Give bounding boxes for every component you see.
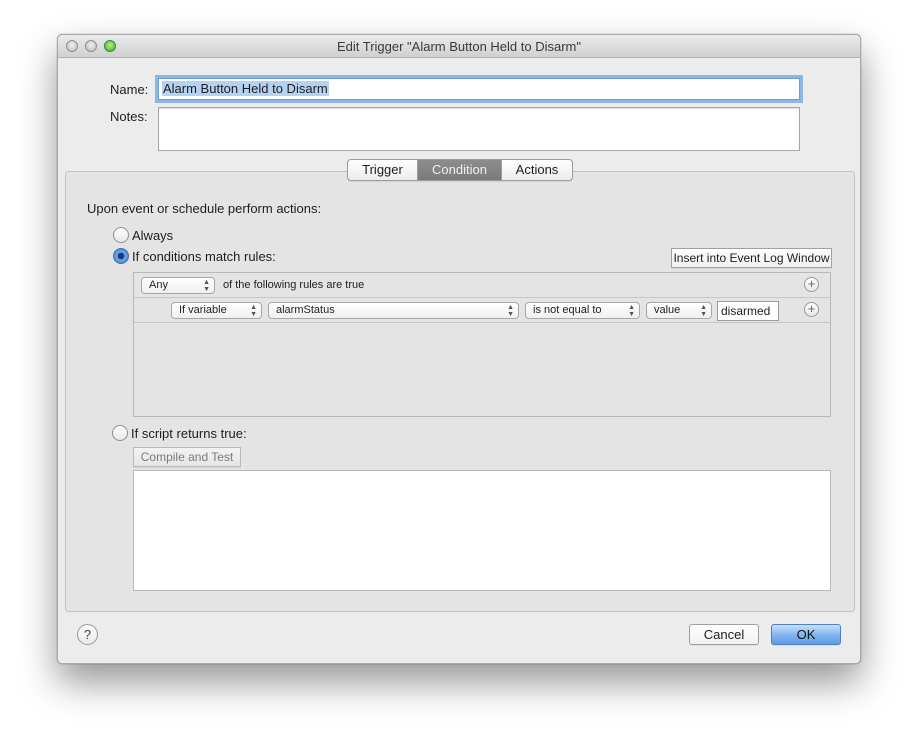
condition-intro: Upon event or schedule perform actions:: [87, 201, 322, 216]
script-label[interactable]: If script returns true:: [131, 426, 247, 441]
insert-event-log-button[interactable]: Insert into Event Log Window: [671, 248, 832, 268]
name-field-text: Alarm Button Held to Disarm: [162, 81, 329, 96]
name-field[interactable]: Alarm Button Held to Disarm: [158, 78, 800, 100]
popup-arrows-icon: ▲ ▼: [507, 304, 514, 318]
title-bar[interactable]: Edit Trigger "Alarm Button Held to Disar…: [58, 35, 860, 58]
operator-value: is not equal to: [533, 304, 602, 316]
rules-editor: Any ▲ ▼ of the following rules are true +…: [133, 272, 831, 417]
tab-trigger[interactable]: Trigger: [348, 160, 418, 180]
notes-field[interactable]: [158, 107, 800, 151]
match-popup[interactable]: Any ▲ ▼: [141, 277, 215, 294]
rule-value-field[interactable]: disarmed: [717, 301, 779, 321]
always-radio[interactable]: [113, 227, 129, 243]
script-editor[interactable]: [133, 470, 831, 591]
always-label[interactable]: Always: [132, 228, 173, 243]
rules-header-row: Any ▲ ▼ of the following rules are true +: [134, 273, 830, 298]
match-text: of the following rules are true: [223, 279, 365, 291]
cancel-button[interactable]: Cancel: [689, 624, 759, 645]
script-radio[interactable]: [112, 425, 128, 441]
compare-value: value: [654, 304, 681, 316]
variable-popup[interactable]: alarmStatus ▲ ▼: [268, 302, 519, 319]
popup-arrows-icon: ▲ ▼: [628, 304, 635, 318]
variable-value: alarmStatus: [276, 304, 335, 316]
popup-arrows-icon: ▲ ▼: [203, 279, 210, 293]
notes-label: Notes:: [110, 109, 148, 124]
add-rule-icon[interactable]: +: [804, 277, 819, 292]
rule-type-popup[interactable]: If variable ▲ ▼: [171, 302, 262, 319]
rules-label[interactable]: If conditions match rules:: [132, 249, 276, 264]
match-popup-value: Any: [149, 279, 168, 291]
add-subrule-icon[interactable]: +: [804, 302, 819, 317]
rules-radio[interactable]: [113, 248, 129, 264]
compare-popup[interactable]: value ▲ ▼: [646, 302, 712, 319]
rule-type-value: If variable: [179, 304, 227, 316]
rule-row: If variable ▲ ▼ alarmStatus ▲ ▼ is not equ…: [134, 298, 830, 323]
tab-selector: Trigger Condition Actions: [347, 159, 573, 181]
tab-condition[interactable]: Condition: [418, 160, 502, 180]
operator-popup[interactable]: is not equal to ▲ ▼: [525, 302, 640, 319]
tab-actions[interactable]: Actions: [502, 160, 572, 180]
ok-button[interactable]: OK: [771, 624, 841, 645]
compile-and-test-button[interactable]: Compile and Test: [133, 447, 241, 467]
popup-arrows-icon: ▲ ▼: [250, 304, 257, 318]
window-title: Edit Trigger "Alarm Button Held to Disar…: [336, 39, 582, 54]
edit-trigger-dialog: Edit Trigger "Alarm Button Held to Disar…: [57, 34, 861, 664]
help-icon[interactable]: ?: [77, 624, 98, 645]
popup-arrows-icon: ▲ ▼: [700, 304, 707, 318]
name-label: Name:: [110, 82, 149, 97]
